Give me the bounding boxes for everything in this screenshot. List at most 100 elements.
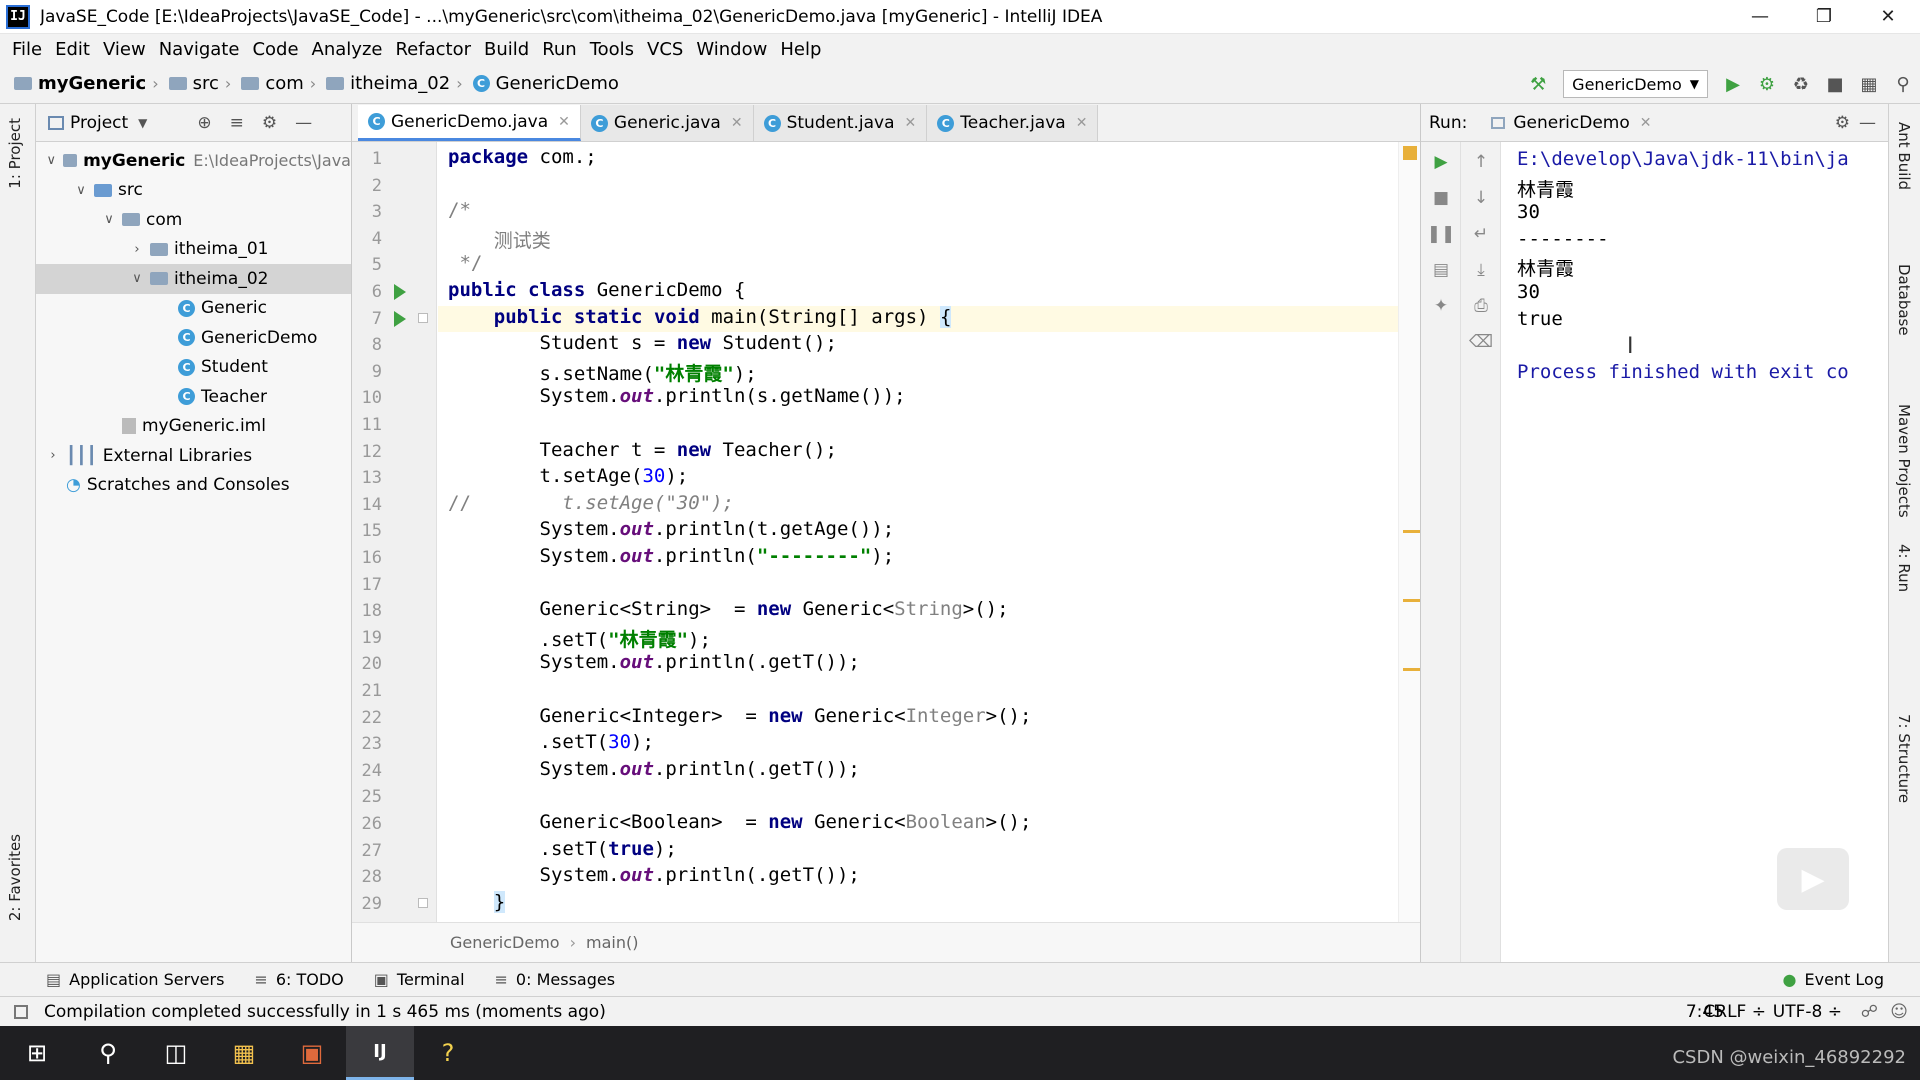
rerun-icon[interactable]: ▶ <box>1429 150 1453 174</box>
code-line[interactable]: System.out.println(.getT()); <box>438 651 1398 678</box>
tree-item[interactable]: ∨ src <box>36 176 351 206</box>
video-play-icon[interactable]: ▶ <box>1777 848 1849 910</box>
code-area[interactable]: package com.; /* 测试类 */public class Gener… <box>438 142 1398 922</box>
code-line[interactable]: s.setName("林青霞"); <box>438 359 1398 386</box>
intellij-taskbar-icon[interactable]: IJ <box>346 1026 414 1080</box>
fold-icon[interactable] <box>418 312 428 323</box>
tree-item[interactable]: ∨ myGeneric E:\IdeaProjects\Java <box>36 146 351 176</box>
tree-item[interactable]: ∨ itheima_02 <box>36 264 351 294</box>
menu-item-tools[interactable]: Tools <box>590 39 634 60</box>
messages-tab[interactable]: ≡ 0: Messages <box>495 970 616 989</box>
chevron-down-icon[interactable]: ∨ <box>128 271 146 286</box>
code-line[interactable]: System.out.println("--------"); <box>438 545 1398 572</box>
restore-button[interactable]: ❐ <box>1792 0 1856 34</box>
status-toggle-icon[interactable] <box>14 1004 28 1019</box>
structure-tool-tab[interactable]: 7: Structure <box>1895 714 1913 803</box>
tree-item[interactable]: C Student <box>36 353 351 383</box>
status-message[interactable]: Compilation completed successfully in 1 … <box>44 1002 606 1022</box>
pin-icon[interactable]: ✦ <box>1429 294 1453 318</box>
menu-item-run[interactable]: Run <box>542 39 577 60</box>
gear-icon[interactable]: ⚙ <box>262 113 277 133</box>
event-log-tab[interactable]: ● Event Log <box>1783 970 1884 989</box>
menu-item-help[interactable]: Help <box>780 39 821 60</box>
favorites-tool-tab[interactable]: 2: Favorites <box>6 834 24 921</box>
code-line[interactable] <box>438 173 1398 200</box>
project-structure-icon[interactable]: ▦ <box>1856 71 1882 97</box>
close-icon[interactable]: ✕ <box>1076 115 1088 131</box>
inspector-icon[interactable]: ☺ <box>1890 1002 1908 1022</box>
soft-wrap-icon[interactable]: ↵ <box>1469 222 1493 246</box>
run-config-selector[interactable]: GenericDemo ▼ <box>1563 70 1708 98</box>
chevron-right-icon[interactable]: › <box>128 242 146 257</box>
editor-tab[interactable]: C GenericDemo.java ✕ <box>358 105 581 141</box>
run-gutter-icon[interactable] <box>394 310 406 327</box>
menu-item-edit[interactable]: Edit <box>55 39 90 60</box>
tree-item[interactable]: ∨ com <box>36 205 351 235</box>
trash-icon[interactable]: ⌫ <box>1469 330 1493 354</box>
search-icon[interactable]: ⚲ <box>1890 71 1916 97</box>
breadcrumb-item[interactable]: C GenericDemo <box>472 73 619 94</box>
gear-icon[interactable]: ⚙ <box>1835 113 1850 133</box>
hide-panel-icon[interactable]: — <box>1859 113 1876 133</box>
tree-item[interactable]: › ┃┃┃ External Libraries <box>36 441 351 471</box>
code-line[interactable]: */ <box>438 252 1398 279</box>
run-tool-tab[interactable]: 4: Run <box>1895 544 1913 592</box>
code-line[interactable]: System.out.println(.getT()); <box>438 758 1398 785</box>
collapse-all-icon[interactable]: ≡ <box>230 113 244 133</box>
tree-item[interactable]: myGeneric.iml <box>36 412 351 442</box>
lock-icon[interactable]: ☍ <box>1861 1002 1878 1022</box>
editor-breadcrumb-class[interactable]: GenericDemo <box>450 933 560 952</box>
code-line[interactable] <box>438 678 1398 705</box>
code-line[interactable]: Teacher t = new Teacher(); <box>438 439 1398 466</box>
close-icon[interactable]: ✕ <box>731 115 743 131</box>
code-line[interactable]: public static void main(String[] args) { <box>438 305 1398 333</box>
breadcrumb-item[interactable]: com › <box>241 73 322 94</box>
menu-item-file[interactable]: File <box>12 39 42 60</box>
code-line[interactable]: System.out.println(.getT()); <box>438 864 1398 891</box>
editor-breadcrumb-method[interactable]: main() <box>586 933 638 952</box>
layout-icon[interactable]: ▤ <box>1429 258 1453 282</box>
code-line[interactable]: // t.setAge("30"); <box>438 492 1398 519</box>
run-gutter-icon[interactable] <box>394 284 406 300</box>
arrow-down-icon[interactable]: ↓ <box>1469 186 1493 210</box>
menu-item-refactor[interactable]: Refactor <box>395 39 471 60</box>
menu-item-build[interactable]: Build <box>484 39 529 60</box>
debug-icon[interactable]: ⚙ <box>1754 71 1780 97</box>
fold-icon[interactable] <box>418 897 428 908</box>
console-output[interactable]: E:\develop\Java\jdk-11\bin\ja 林青霞 30 ------… <box>1517 148 1889 908</box>
tree-item[interactable]: › itheima_01 <box>36 235 351 265</box>
ant-build-tool-tab[interactable]: Ant Build <box>1895 122 1913 190</box>
code-line[interactable]: System.out.println(s.getName()); <box>438 385 1398 412</box>
application-servers-tab[interactable]: ▤ Application Servers <box>46 970 224 989</box>
project-panel-title[interactable]: Project <box>70 113 128 133</box>
code-line[interactable]: package com.; <box>438 146 1398 173</box>
chevron-down-icon[interactable]: ∨ <box>100 212 118 227</box>
todo-tab[interactable]: ≡ 6: TODO <box>254 970 343 989</box>
search-icon[interactable]: ⚲ <box>74 1026 142 1080</box>
tree-item[interactable]: ◔ Scratches and Consoles <box>36 471 351 501</box>
chevron-down-icon[interactable]: ∨ <box>44 153 59 168</box>
close-button[interactable]: ✕ <box>1856 0 1920 34</box>
run-icon[interactable]: ▶ <box>1720 71 1746 97</box>
powerpoint-icon[interactable]: ▣ <box>278 1026 346 1080</box>
code-line[interactable]: t.setAge(30); <box>438 465 1398 492</box>
code-line[interactable] <box>438 784 1398 811</box>
maven-projects-tool-tab[interactable]: Maven Projects <box>1895 404 1913 518</box>
code-line[interactable] <box>438 572 1398 599</box>
menu-item-view[interactable]: View <box>103 39 146 60</box>
pause-icon[interactable]: ❚❚ <box>1427 222 1456 246</box>
editor-tab[interactable]: C Generic.java ✕ <box>580 105 754 141</box>
arrow-up-icon[interactable]: ↑ <box>1469 150 1493 174</box>
code-line[interactable] <box>438 412 1398 439</box>
chevron-down-icon[interactable]: ▼ <box>138 116 147 130</box>
code-line[interactable]: System.out.println(t.getAge()); <box>438 518 1398 545</box>
breadcrumb-item[interactable]: src › <box>168 73 238 94</box>
code-line[interactable]: Generic<String> = new Generic<String>(); <box>438 598 1398 625</box>
menu-item-code[interactable]: Code <box>252 39 298 60</box>
chevron-down-icon[interactable]: ∨ <box>72 183 90 198</box>
warning-marker[interactable] <box>1403 668 1421 671</box>
menu-item-analyze[interactable]: Analyze <box>312 39 383 60</box>
code-line[interactable]: Generic<Integer> = new Generic<Integer>(… <box>438 705 1398 732</box>
terminal-tab[interactable]: ▣ Terminal <box>374 970 465 989</box>
scroll-to-end-icon[interactable]: ⤓ <box>1469 258 1493 282</box>
